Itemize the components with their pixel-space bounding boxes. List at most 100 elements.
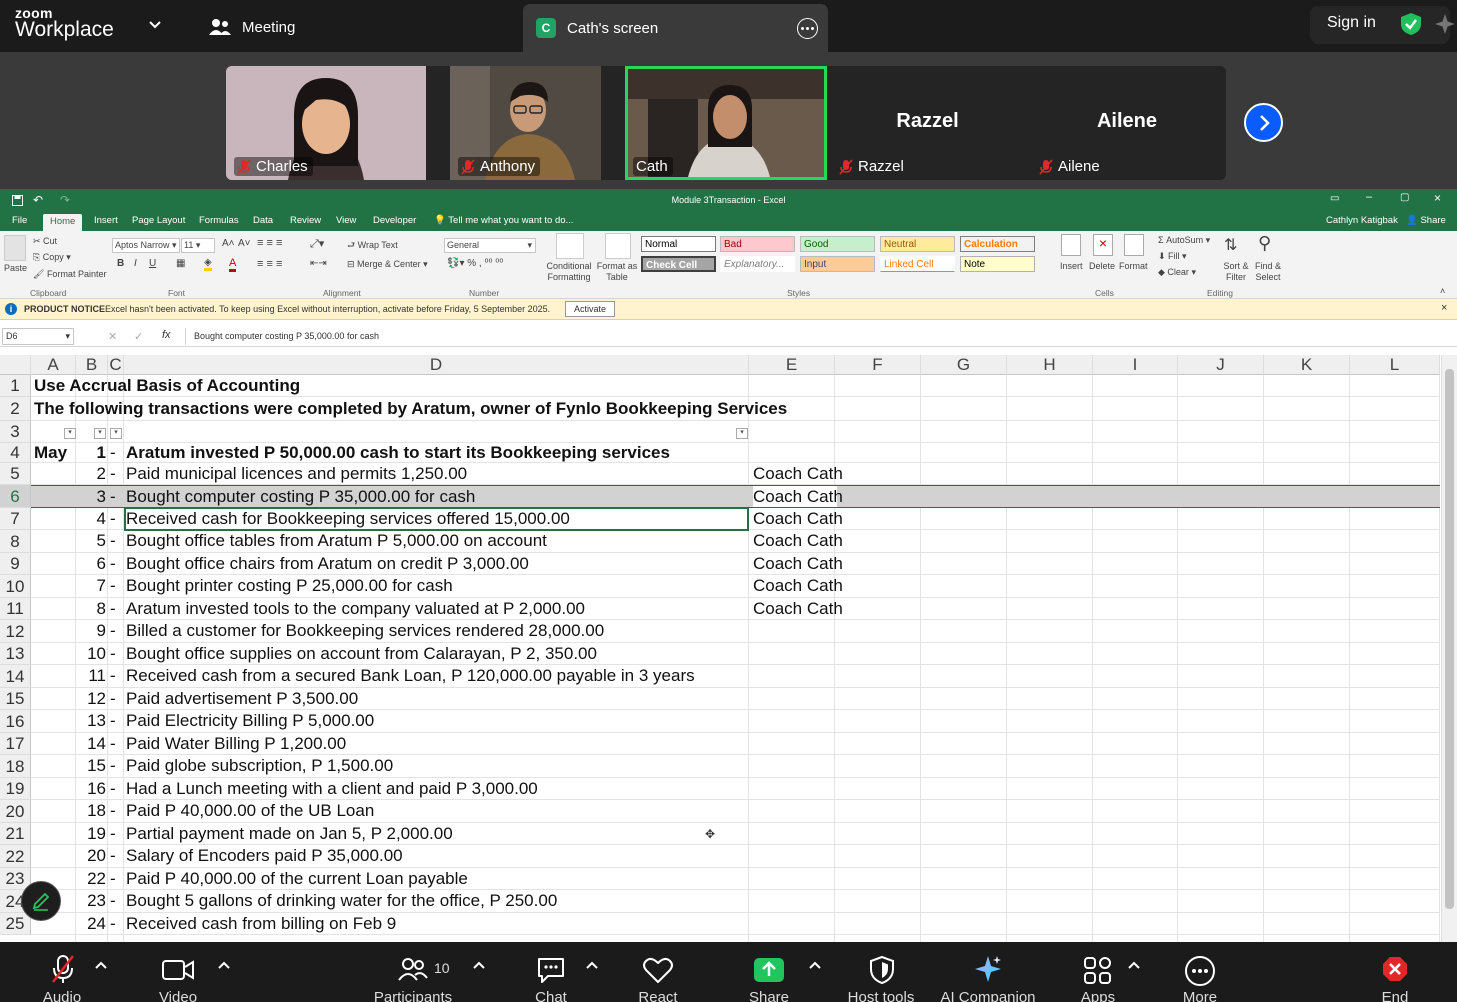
style-linked-cell[interactable]: Linked Cell — [880, 256, 955, 272]
cell-e[interactable]: Coach Cath — [753, 553, 843, 574]
cell-c[interactable]: - — [110, 443, 116, 462]
cell-c[interactable]: - — [110, 598, 116, 619]
tab-home[interactable]: Home — [43, 214, 83, 231]
cell-b[interactable]: 5 — [76, 530, 106, 552]
cell-a[interactable]: Use Accrual Basis of Accounting — [34, 375, 300, 396]
cell-c[interactable]: - — [110, 800, 116, 822]
grow-font-icon[interactable]: A˄ — [222, 238, 235, 249]
row-header[interactable]: 10 — [0, 575, 31, 598]
cell-c[interactable]: - — [110, 643, 116, 664]
cell-d[interactable]: Bought office chairs from Aratum on cred… — [126, 553, 529, 574]
audio-options-caret-icon[interactable] — [95, 960, 107, 970]
cell-b[interactable]: 23 — [76, 890, 106, 912]
style-note[interactable]: Note — [960, 256, 1035, 272]
cell-d[interactable]: Had a Lunch meeting with a client and pa… — [126, 778, 538, 799]
cell-d[interactable]: Received cash from billing on Feb 9 — [126, 913, 396, 934]
cell-b[interactable]: 11 — [76, 665, 106, 687]
cell-d[interactable]: Paid Electricity Billing P 5,000.00 — [126, 710, 374, 732]
insert-cells-button[interactable]: Insert — [1060, 261, 1083, 271]
row-header[interactable]: 14 — [0, 665, 31, 688]
cell-c[interactable]: - — [110, 710, 116, 732]
tab-data[interactable]: Data — [253, 215, 273, 226]
row-header[interactable]: 21 — [0, 823, 31, 845]
cell-c[interactable]: - — [110, 575, 116, 597]
row-header[interactable]: 15 — [0, 688, 31, 710]
cell-d[interactable]: Salary of Encoders paid P 35,000.00 — [126, 845, 403, 867]
cell-d[interactable]: Partial payment made on Jan 5, P 2,000.0… — [126, 823, 453, 844]
format-cells-icon[interactable] — [1124, 234, 1144, 256]
cell-d[interactable]: Paid globe subscription, P 1,500.00 — [126, 755, 393, 777]
cell-d[interactable]: Bought office tables from Aratum P 5,000… — [126, 530, 547, 552]
row-header[interactable]: 5 — [0, 463, 31, 485]
cell-b[interactable]: 20 — [76, 845, 106, 867]
row-header[interactable]: 11 — [0, 598, 31, 620]
cell-c[interactable]: - — [110, 778, 116, 799]
row-header[interactable]: 22 — [0, 845, 31, 868]
row-header[interactable]: 6 — [0, 485, 31, 508]
cell-e[interactable]: Coach Cath — [753, 575, 843, 597]
cell-c[interactable]: - — [110, 755, 116, 777]
find-select-button[interactable]: Find & Select — [1252, 261, 1284, 283]
chevron-down-icon[interactable] — [148, 18, 162, 32]
align-left-icon[interactable]: ≡ ≡ ≡ — [257, 258, 282, 270]
number-format-select[interactable]: General ▾ — [444, 238, 536, 253]
bold-icon[interactable]: B — [117, 258, 124, 269]
cell-c[interactable]: - — [110, 823, 116, 844]
column-header-f[interactable]: F — [835, 355, 921, 375]
react-button[interactable]: React — [632, 942, 684, 1002]
cell-c[interactable]: - — [110, 845, 116, 867]
cell-e[interactable]: Coach Cath — [753, 508, 843, 529]
cell-b[interactable]: 15 — [76, 755, 106, 777]
scrollbar-thumb[interactable] — [1445, 369, 1454, 909]
cell-b[interactable]: 14 — [76, 733, 106, 754]
tab-insert[interactable]: Insert — [94, 215, 118, 226]
minimize-icon[interactable]: – — [1366, 191, 1372, 203]
insert-cells-icon[interactable] — [1061, 234, 1081, 256]
cell-b[interactable]: 1 — [76, 443, 106, 462]
cell-a[interactable]: The following transactions were complete… — [34, 397, 787, 420]
cell-d[interactable]: Billed a customer for Bookkeeping servic… — [126, 620, 604, 642]
sort-filter-button[interactable]: Sort & Filter — [1220, 261, 1252, 283]
cell-d[interactable]: Paid advertisement P 3,500.00 — [126, 688, 358, 709]
style-explanatory[interactable]: Explanatory... — [720, 256, 795, 272]
cell-d[interactable]: Bought office supplies on account from C… — [126, 643, 597, 664]
column-header-g[interactable]: G — [921, 355, 1007, 375]
format-cells-button[interactable]: Format — [1119, 261, 1148, 271]
style-good[interactable]: Good — [800, 236, 875, 252]
participant-tile-cath[interactable]: Cath — [625, 66, 827, 180]
cell-c[interactable]: - — [110, 508, 116, 529]
participants-caret-icon[interactable] — [473, 960, 485, 970]
more-button[interactable]: More — [1176, 942, 1224, 1002]
row-header[interactable]: 12 — [0, 620, 31, 643]
column-header-i[interactable]: I — [1093, 355, 1178, 375]
font-color-icon[interactable]: A — [229, 257, 237, 272]
more-options-icon[interactable] — [797, 18, 818, 39]
cell-d[interactable]: Aratum invested P 50,000.00 cash to star… — [126, 443, 670, 462]
cell-b[interactable]: 8 — [76, 598, 106, 619]
font-name-select[interactable]: Aptos Narrow ▾ — [112, 238, 180, 253]
style-check-cell[interactable]: Check Cell — [641, 256, 716, 272]
cell-c[interactable]: - — [110, 665, 116, 687]
find-select-icon[interactable]: ⚲ — [1258, 233, 1271, 254]
annotate-button[interactable] — [21, 881, 61, 921]
cell-b[interactable]: 13 — [76, 710, 106, 732]
meeting-menu[interactable]: Meeting — [208, 14, 295, 40]
name-box[interactable]: D6 ▾ — [2, 328, 74, 345]
cell-a[interactable]: May — [34, 443, 67, 462]
chat-button[interactable]: Chat — [528, 942, 574, 1002]
cell-d[interactable]: Received cash from a secured Bank Loan, … — [126, 665, 695, 687]
notice-close-icon[interactable]: × — [1441, 302, 1447, 314]
column-header-h[interactable]: H — [1007, 355, 1093, 375]
close-icon[interactable]: × — [1434, 191, 1441, 205]
cell-b[interactable]: 3 — [76, 486, 106, 507]
participant-tile-anthony[interactable]: Anthony — [450, 66, 601, 180]
column-header-b[interactable]: B — [76, 355, 108, 375]
tab-review[interactable]: Review — [290, 215, 321, 226]
participant-tile-razzel[interactable]: Razzel Razzel — [828, 66, 1027, 180]
format-as-table-button[interactable]: Format as Table — [596, 261, 638, 283]
cell-c[interactable]: - — [110, 733, 116, 754]
share-screen-button[interactable]: Share — [744, 942, 794, 1002]
video-button[interactable]: Video — [152, 942, 204, 1002]
font-size-select[interactable]: 11 ▾ — [181, 238, 215, 253]
cell-c[interactable]: - — [110, 486, 116, 507]
